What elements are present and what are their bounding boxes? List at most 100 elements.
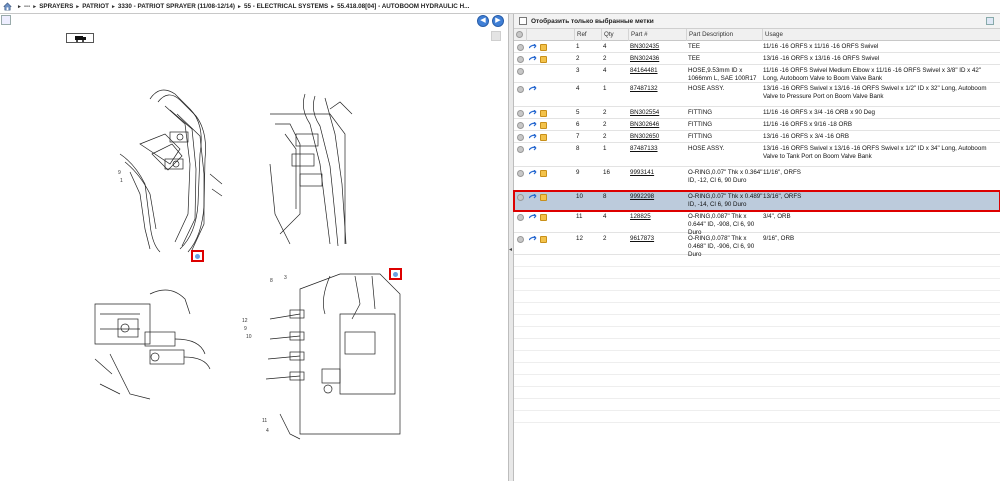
info-icon[interactable] [517, 214, 524, 221]
export-icon[interactable] [986, 17, 994, 25]
info-icon[interactable] [517, 68, 524, 75]
table-row[interactable]: 1 4 BN302435 TEE 11/16 -16 ORFS x 11/16 -16 … [514, 41, 1000, 53]
table-row[interactable]: 7 2 BN302650 FITTING 13/16 -16 ORFS x 3/4 -1… [514, 131, 1000, 143]
table-body: 1 4 BN302435 TEE 11/16 -16 ORFS x 11/16 -16 … [513, 41, 1000, 423]
row-qty: 4 [603, 43, 607, 50]
info-icon[interactable] [517, 110, 524, 117]
row-qty: 8 [603, 193, 607, 200]
breadcrumb-item-sprayers[interactable]: SPRAYERS [39, 3, 73, 10]
package-icon[interactable] [540, 170, 547, 177]
info-icon[interactable] [517, 86, 524, 93]
part-number-link[interactable]: 9993141 [630, 169, 654, 177]
breadcrumb-item-patriot[interactable]: PATRIOT [82, 3, 109, 10]
package-icon[interactable] [540, 110, 547, 117]
breadcrumb-item-section[interactable]: 55 - ELECTRICAL SYSTEMS [244, 3, 328, 10]
breadcrumb-item-current[interactable]: 55.418.08[04] - AUTOBOOM HYDRAULIC H... [337, 3, 469, 10]
show-selected-checkbox[interactable] [519, 17, 527, 25]
part-number-link[interactable]: BN302435 [630, 43, 659, 51]
package-icon[interactable] [540, 44, 547, 51]
package-icon[interactable] [540, 56, 547, 63]
part-number-link[interactable]: 84164481 [630, 67, 658, 75]
row-ref: 11 [576, 213, 583, 220]
row-usage: 13/16 -16 ORFS Swivel x 13/16 -16 ORFS S… [763, 85, 987, 100]
info-icon[interactable] [517, 134, 524, 141]
package-icon[interactable] [540, 194, 547, 201]
row-usage: 11/16 -16 ORFS Swivel Medium Elbow x 11/… [763, 67, 982, 82]
truck-icon[interactable] [66, 33, 94, 43]
crumb-separator-icon: ► [330, 3, 336, 10]
package-icon[interactable] [540, 236, 547, 243]
header-ref[interactable]: Ref [574, 29, 601, 41]
package-icon[interactable] [540, 122, 547, 129]
drawing-pane: ◀ ▶ 9 1 8 3 12 9 10 11 4 [0, 14, 508, 481]
row-ref: 4 [576, 85, 580, 92]
table-row[interactable]: 4 1 87487132 HOSE ASSY. 13/16 -16 ORFS Swive… [514, 83, 1000, 107]
table-row[interactable]: 10 8 9992298 O-RING,0.07" Thk x 0.489" ID, … [513, 190, 1000, 212]
table-row[interactable]: 11 4 128825 O-RING,0.087" Thk x 0.644" ID, … [514, 211, 1000, 236]
package-icon[interactable] [540, 214, 547, 221]
table-row[interactable]: 12 2 9617873 O-RING,0.078" Thk x 0.468" ID,… [514, 233, 1000, 258]
forward-arrow-icon[interactable]: ▶ [492, 15, 504, 27]
info-icon[interactable] [517, 56, 524, 63]
row-ref: 10 [576, 193, 583, 200]
table-row[interactable]: 3 4 84164481 HOSE,9.53mm ID x 1066mm L, SAE… [514, 65, 1000, 83]
back-arrow-icon[interactable]: ◀ [477, 15, 489, 27]
arrow-icon[interactable] [528, 43, 537, 51]
arrow-icon[interactable] [528, 169, 537, 177]
part-number-link[interactable]: BN302554 [630, 109, 659, 117]
table-row[interactable]: 9 16 9993141 O-RING,0.07" Thk x 0.364" ID, … [514, 167, 1000, 191]
part-number-link[interactable]: 9617873 [630, 235, 654, 243]
row-description: O-RING,0.07" Thk x 0.364" ID, -12, Cl 6,… [688, 169, 763, 184]
collapse-arrow-icon[interactable]: ◂ [509, 246, 513, 254]
table-row[interactable]: 6 2 BN302646 FITTING 11/16 -16 ORFS x 9/16 -… [514, 119, 1000, 131]
row-usage: 11/16 -16 ORFS x 3/4 -16 ORB x 90 Deg [763, 109, 875, 116]
row-ref: 5 [576, 109, 580, 116]
arrow-icon[interactable] [528, 133, 537, 141]
table-header: Ref Qty Part # Part Description Usage [514, 29, 1000, 41]
package-icon[interactable] [540, 134, 547, 141]
info-icon[interactable] [517, 236, 524, 243]
callout-highlight[interactable] [191, 250, 204, 262]
arrow-icon[interactable] [528, 85, 537, 93]
info-icon[interactable] [517, 194, 524, 201]
table-row[interactable]: 5 2 BN302554 FITTING 11/16 -16 ORFS x 3/4 -1… [514, 107, 1000, 119]
table-row[interactable]: 8 1 87487133 HOSE ASSY. 13/16 -16 ORFS Swive… [514, 143, 1000, 167]
part-number-link[interactable]: 87487133 [630, 145, 658, 153]
part-number-link[interactable]: 87487132 [630, 85, 658, 93]
part-number-link[interactable]: BN302646 [630, 121, 659, 129]
arrow-icon[interactable] [528, 121, 537, 129]
print-icon[interactable] [1, 15, 11, 25]
header-part-number[interactable]: Part # [628, 29, 686, 41]
part-number-link[interactable]: BN302650 [630, 133, 659, 141]
breadcrumb-item-root[interactable]: --- [24, 3, 30, 10]
info-icon[interactable] [517, 122, 524, 129]
info-icon[interactable] [517, 146, 524, 153]
header-qty[interactable]: Qty [601, 29, 628, 41]
empty-row [514, 375, 1000, 387]
parts-diagram[interactable]: 9 1 8 3 12 9 10 11 4 [0, 54, 508, 454]
part-number-link[interactable]: 128825 [630, 213, 651, 221]
arrow-icon[interactable] [528, 235, 537, 243]
arrow-icon[interactable] [528, 145, 537, 153]
row-ref: 12 [576, 235, 583, 242]
svg-text:9: 9 [118, 170, 121, 176]
crumb-separator-icon: ► [110, 3, 116, 10]
breadcrumb-item-model[interactable]: 3330 - PATRIOT SPRAYER (11/08-12/14) [118, 3, 235, 10]
part-number-link[interactable]: BN302436 [630, 55, 659, 63]
arrow-icon[interactable] [528, 213, 537, 221]
arrow-icon[interactable] [528, 109, 537, 117]
zoom-toggle-icon[interactable] [491, 31, 501, 41]
info-icon[interactable] [517, 170, 524, 177]
info-icon[interactable] [517, 44, 524, 51]
arrow-icon[interactable] [528, 193, 537, 201]
arrow-icon[interactable] [528, 55, 537, 63]
header-part-description[interactable]: Part Description [686, 29, 762, 41]
home-icon[interactable] [3, 2, 12, 11]
part-number-link[interactable]: 9992298 [630, 193, 654, 201]
header-usage[interactable]: Usage [762, 29, 1000, 41]
table-row[interactable]: 2 2 BN302436 TEE 13/16 -16 ORFS x 13/16 -16 … [514, 53, 1000, 65]
row-usage: 9/16", ORB [763, 235, 795, 242]
callout-highlight[interactable] [389, 268, 402, 280]
header-info-icon[interactable] [514, 29, 526, 41]
row-qty: 4 [603, 213, 607, 220]
